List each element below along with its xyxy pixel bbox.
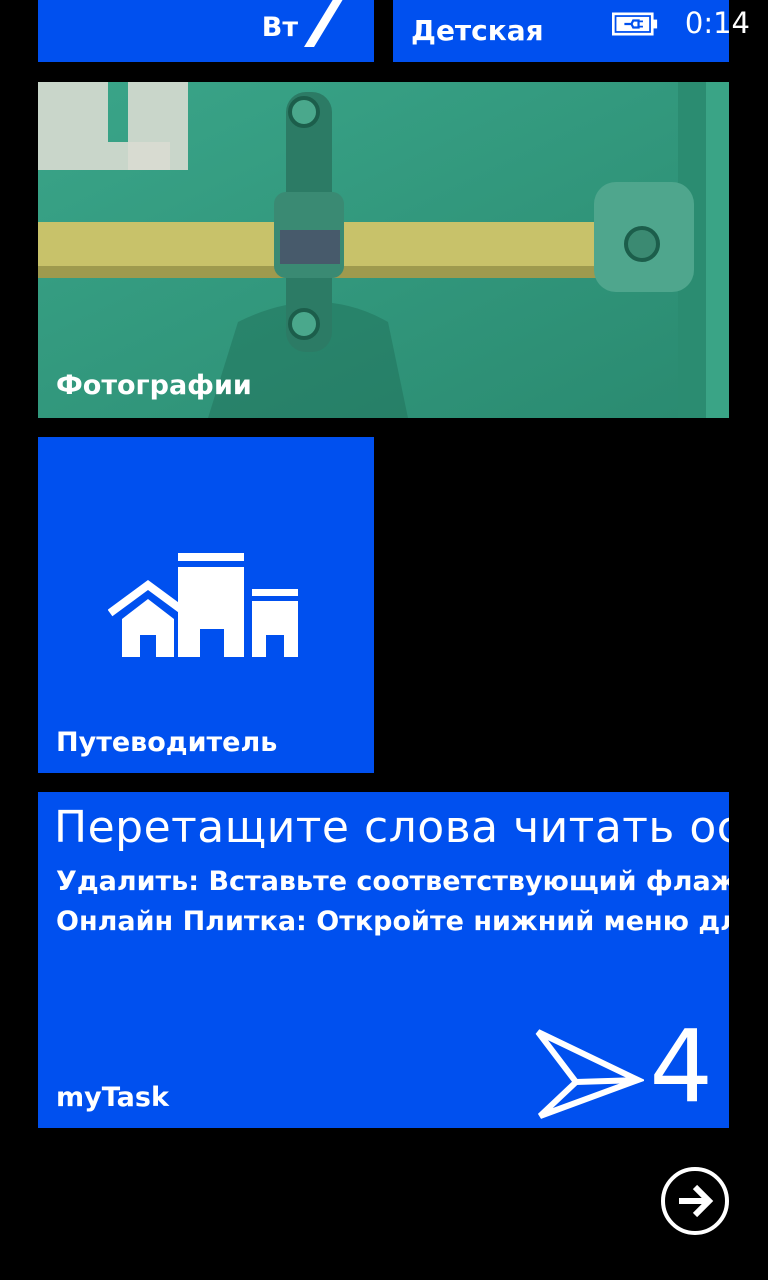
photos-label: Фотографии <box>56 370 252 401</box>
mytask-tile[interactable]: Перетащите слова читать ост Удалить: Вст… <box>38 792 729 1128</box>
guide-tile[interactable]: Путеводитель <box>38 437 374 773</box>
mytask-line-1: Удалить: Вставьте соответствующий флажок <box>56 866 729 897</box>
calendar-day: Вт <box>261 12 298 43</box>
start-screen: Вт 7 Детская 0:14 Фотографии Путеводител… <box>0 0 768 1280</box>
mytask-headline: Перетащите слова читать ост <box>54 802 729 853</box>
photos-tile[interactable]: Фотографии <box>38 82 729 418</box>
container-door-photo <box>38 82 729 418</box>
calendar-tile[interactable]: Вт 7 <box>38 0 374 62</box>
battery-charging-icon <box>612 12 658 36</box>
mytask-label: myTask <box>56 1082 169 1113</box>
status-bar: 0:14 <box>588 0 768 50</box>
all-apps-button[interactable] <box>661 1167 729 1235</box>
city-buildings-icon <box>108 553 298 657</box>
mytask-line-2: Онлайн Плитка: Откройте нижний меню для <box>56 906 729 937</box>
calendar-date: 7 <box>295 0 354 62</box>
send-arrow-icon <box>535 1029 644 1119</box>
guide-label: Путеводитель <box>56 727 278 758</box>
clock: 0:14 <box>684 6 750 40</box>
kids-corner-label: Детская <box>411 14 544 47</box>
mytask-count: 4 <box>649 1008 713 1125</box>
arrow-right-circle-icon <box>679 1184 714 1218</box>
